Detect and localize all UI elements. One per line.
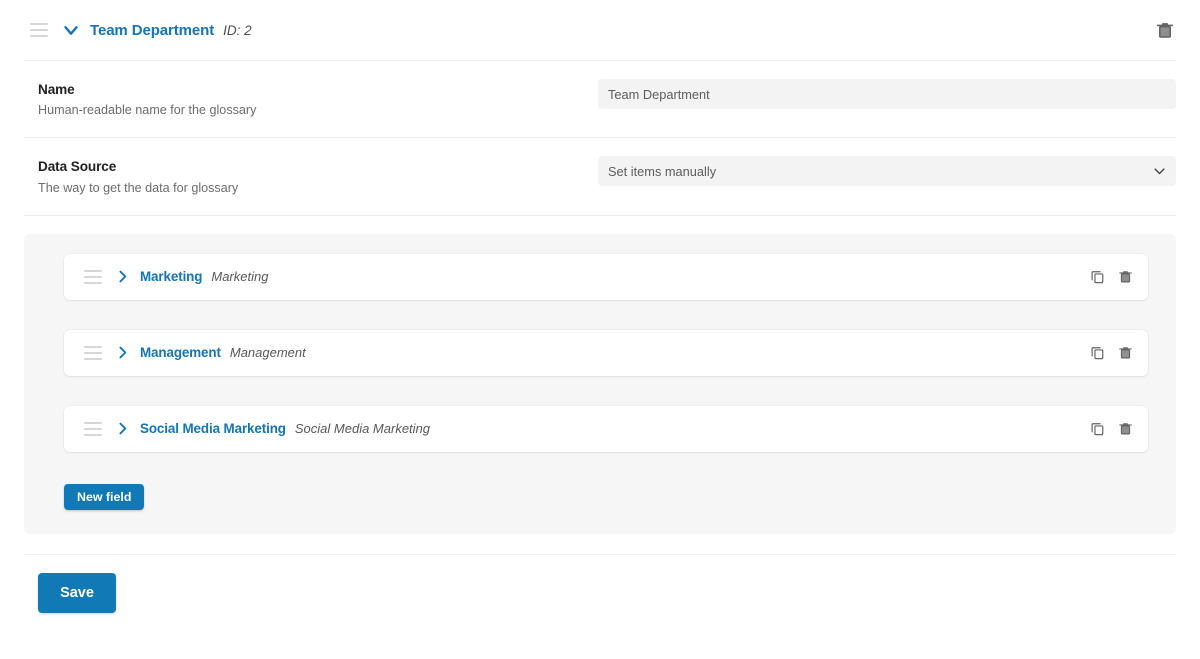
duplicate-item-button[interactable] [1089, 268, 1106, 285]
field-description: The way to get the data for glossary [38, 180, 239, 195]
item-name[interactable]: Management [140, 345, 221, 360]
list-item[interactable]: Social Media Marketing Social Media Mark… [64, 405, 1148, 452]
glossary-title[interactable]: Team Department [90, 22, 214, 39]
data-source-select[interactable]: Set items manually [598, 156, 1176, 187]
field-label: Data Source [38, 159, 117, 175]
glossary-id: ID: 2 [223, 22, 252, 38]
item-name[interactable]: Marketing [140, 269, 202, 284]
item-alias: Management [229, 345, 306, 361]
drag-handle-icon[interactable] [84, 421, 102, 436]
trash-icon [1117, 420, 1134, 437]
item-actions [1089, 420, 1134, 437]
field-control-col [598, 79, 1176, 109]
item-actions [1089, 268, 1134, 285]
copy-icon [1089, 420, 1106, 437]
items-panel: Marketing Marketing Management Managemen… [24, 233, 1176, 534]
glossary-header: Team Department ID: 2 [0, 0, 1200, 60]
list-item[interactable]: Marketing Marketing [64, 253, 1148, 300]
copy-icon [1089, 268, 1106, 285]
duplicate-item-button[interactable] [1089, 344, 1106, 361]
delete-glossary-button[interactable] [1154, 19, 1176, 41]
drag-handle-icon[interactable] [84, 345, 102, 360]
item-alias: Marketing [211, 269, 269, 285]
chevron-down-icon[interactable] [60, 19, 82, 41]
item-name[interactable]: Social Media Marketing [140, 421, 286, 436]
chevron-right-icon[interactable] [114, 344, 131, 361]
trash-icon [1154, 19, 1176, 41]
copy-icon [1089, 344, 1106, 361]
field-label-col: Name Human-readable name for the glossar… [38, 79, 598, 119]
delete-item-button[interactable] [1117, 344, 1134, 361]
items-panel-wrap: Marketing Marketing Management Managemen… [0, 216, 1200, 554]
name-input[interactable] [598, 79, 1176, 109]
field-row-name: Name Human-readable name for the glossar… [0, 61, 1200, 137]
drag-handle-icon[interactable] [84, 269, 102, 284]
field-label-col: Data Source The way to get the data for … [38, 156, 598, 196]
save-bar: Save [0, 555, 1200, 613]
list-item[interactable]: Management Management [64, 329, 1148, 376]
new-field-button[interactable]: New field [64, 483, 145, 510]
delete-item-button[interactable] [1117, 420, 1134, 437]
chevron-right-icon[interactable] [114, 420, 131, 437]
field-control-col: Set items manually [598, 156, 1176, 187]
field-description: Human-readable name for the glossary [38, 103, 257, 118]
item-actions [1089, 344, 1134, 361]
delete-item-button[interactable] [1117, 268, 1134, 285]
save-button[interactable]: Save [38, 572, 116, 613]
field-row-data-source: Data Source The way to get the data for … [0, 138, 1200, 214]
drag-handle-icon[interactable] [30, 23, 48, 37]
chevron-right-icon[interactable] [114, 268, 131, 285]
item-alias: Social Media Marketing [294, 421, 431, 437]
duplicate-item-button[interactable] [1089, 420, 1106, 437]
field-label: Name [38, 82, 75, 97]
trash-icon [1117, 268, 1134, 285]
trash-icon [1117, 344, 1134, 361]
glossary-editor-page: Team Department ID: 2 Name Human-readabl… [0, 0, 1200, 659]
data-source-select-wrap: Set items manually [598, 156, 1176, 187]
